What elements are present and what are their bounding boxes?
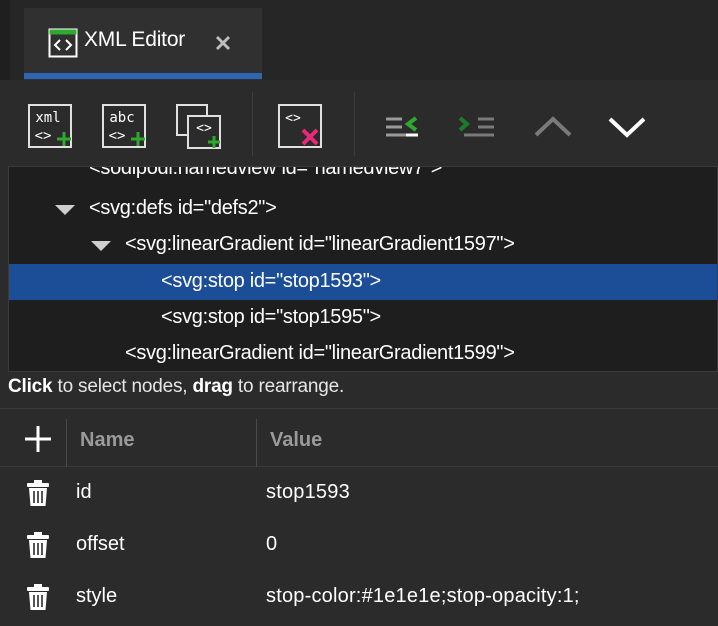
hint-click: Click <box>8 376 53 397</box>
indent-node-button[interactable] <box>454 102 504 152</box>
hint-drag: drag <box>192 376 233 397</box>
tree-node[interactable]: <svg:defs id="defs2"> <box>9 191 717 227</box>
tree-hint: Click to select nodes, drag to rearrange… <box>8 376 344 398</box>
tree-node[interactable]: <svg:linearGradient id="linearGradient15… <box>9 227 717 263</box>
duplicate-node-label: <> <box>196 121 212 136</box>
tree-node-label: <svg:stop id="stop1593"> <box>161 270 381 292</box>
xml-editor-icon <box>48 28 78 58</box>
attribute-value[interactable]: 0 <box>266 533 277 556</box>
delete-node-icon: <> <box>278 104 322 148</box>
hint-after-drag: to rearrange. <box>232 376 345 397</box>
attribute-table-header: Name Value <box>0 409 718 467</box>
column-header-value[interactable]: Value <box>270 429 322 452</box>
new-text-label-bottom: <> <box>109 128 126 144</box>
add-attribute-icon[interactable] <box>22 423 54 455</box>
tree-node-label: <svg:defs id="defs2"> <box>89 197 277 219</box>
close-icon[interactable] <box>212 32 234 54</box>
tab-active-indicator <box>24 73 262 79</box>
column-separator <box>66 419 67 467</box>
toolbar-separator <box>252 92 253 156</box>
hint-after-click: to select nodes, <box>52 376 193 397</box>
new-element-label-top: xml <box>35 110 60 126</box>
new-element-node-button[interactable]: xml <> <box>26 102 76 152</box>
new-text-label-top: abc <box>109 110 134 126</box>
attribute-row[interactable]: style stop-color:#1e1e1e;stop-opacity:1; <box>0 571 718 623</box>
column-separator <box>256 419 257 467</box>
tree-node-selected[interactable]: <svg:stop id="stop1593"> <box>9 264 717 300</box>
raise-node-button[interactable] <box>528 102 578 152</box>
attribute-name[interactable]: id <box>76 481 92 504</box>
tree-node[interactable]: <svg:linearGradient id="linearGradient15… <box>9 336 717 371</box>
trash-icon[interactable] <box>26 479 50 507</box>
trash-icon[interactable] <box>26 583 50 611</box>
indent-node-icon <box>458 116 494 137</box>
attribute-name[interactable]: style <box>76 585 117 608</box>
tree-node-label: <svg:linearGradient id="linearGradient15… <box>125 233 515 255</box>
raise-node-icon <box>534 116 572 137</box>
tab-title: XML Editor <box>84 28 186 51</box>
lower-node-icon <box>608 117 646 138</box>
attribute-row[interactable]: offset 0 <box>0 519 718 571</box>
tree-node[interactable]: <sodipodi:namedview id="namedview7"> <box>9 166 717 187</box>
delete-node-label: <> <box>285 111 301 126</box>
attribute-name[interactable]: offset <box>76 533 125 556</box>
attribute-value[interactable]: stop-color:#1e1e1e;stop-opacity:1; <box>266 585 580 608</box>
attribute-row[interactable]: id stop1593 <box>0 467 718 519</box>
column-header-name[interactable]: Name <box>80 429 134 452</box>
expander-triangle-icon[interactable] <box>91 241 111 251</box>
duplicate-node-icon: <> <box>176 104 221 149</box>
tree-node-label: <svg:stop id="stop1595"> <box>161 306 381 328</box>
new-element-node-icon: xml <> <box>28 104 72 148</box>
xml-toolbar: xml <> abc <> <> <> <box>0 80 718 166</box>
attribute-value[interactable]: stop1593 <box>266 481 350 504</box>
tab-bar-edge <box>0 0 10 80</box>
tree-node-label: <svg:linearGradient id="linearGradient15… <box>125 342 515 364</box>
new-text-node-button[interactable]: abc <> <box>100 102 150 152</box>
new-element-label-bottom: <> <box>35 128 52 144</box>
duplicate-node-button[interactable]: <> <box>174 102 224 152</box>
lower-node-button[interactable] <box>602 102 652 152</box>
tree-node[interactable]: <svg:stop id="stop1595"> <box>9 300 717 336</box>
new-text-node-icon: abc <> <box>102 104 146 148</box>
tab-bar: XML Editor <box>0 0 718 80</box>
delete-node-button[interactable]: <> <box>276 102 326 152</box>
trash-icon[interactable] <box>26 531 50 559</box>
xml-node-tree[interactable]: <sodipodi:namedview id="namedview7"> <sv… <box>8 166 718 372</box>
tree-node-label: <sodipodi:namedview id="namedview7"> <box>89 166 443 179</box>
attribute-table: Name Value id stop1593 offset 0 style st… <box>0 408 718 626</box>
unindent-node-icon <box>386 116 418 137</box>
toolbar-separator <box>354 92 355 156</box>
expander-triangle-icon[interactable] <box>55 205 75 215</box>
unindent-node-button[interactable] <box>380 102 430 152</box>
